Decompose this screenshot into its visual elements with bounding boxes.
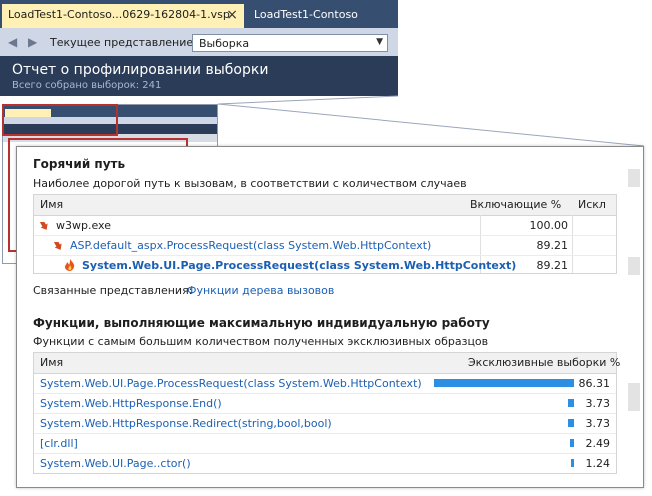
table-row[interactable]: System.Web.HttpResponse.End() 3.73 bbox=[34, 394, 616, 414]
table-row[interactable]: System.Web.UI.Page.ProcessRequest(class … bbox=[34, 374, 616, 394]
top-functions-rows: System.Web.UI.Page.ProcessRequest(class … bbox=[34, 374, 616, 473]
inclusive-value: 100.00 bbox=[529, 219, 569, 232]
highlight-box-header bbox=[2, 104, 118, 136]
scrollbar-thumb[interactable] bbox=[628, 257, 640, 275]
column-header-name[interactable]: Имя bbox=[40, 198, 63, 211]
report-title: Отчет о профилировании выборки bbox=[12, 62, 269, 78]
report-subtitle: Всего собрано выборок: 241 bbox=[12, 80, 162, 91]
scrollbar-thumb[interactable] bbox=[628, 169, 640, 187]
related-views-label: Связанные представления: bbox=[33, 284, 193, 297]
top-functions-title: Функции, выполняющие максимальную индиви… bbox=[33, 316, 490, 330]
column-header-inclusive[interactable]: Включающие % bbox=[470, 198, 561, 211]
hot-path-title: Горячий путь bbox=[33, 157, 126, 171]
summary-panel: Горячий путь Наиболее дорогой путь к выз… bbox=[16, 146, 644, 488]
hot-path-arrow-icon bbox=[54, 241, 62, 250]
current-view-label: Текущее представление: bbox=[50, 36, 197, 49]
inclusive-value: 89.21 bbox=[536, 239, 569, 252]
exclusive-samples-bar bbox=[568, 399, 574, 407]
table-row[interactable]: ASP.default_aspx.ProcessRequest(class Sy… bbox=[34, 236, 616, 256]
document-tab-strip: LoadTest1-Contoso...0629-162804-1.vsp × … bbox=[0, 0, 398, 28]
dropdown-arrow-icon[interactable]: ▼ bbox=[376, 37, 383, 47]
exclusive-samples-bar bbox=[570, 439, 574, 447]
scrollbar-thumb[interactable] bbox=[628, 383, 640, 411]
function-link[interactable]: System.Web.UI.Page.ProcessRequest(class … bbox=[40, 377, 422, 390]
hot-path-arrow-icon bbox=[40, 221, 48, 230]
column-header-name[interactable]: Имя bbox=[40, 356, 63, 369]
exclusive-samples-bar bbox=[434, 379, 574, 387]
vertical-scrollbar[interactable] bbox=[625, 147, 643, 487]
close-icon[interactable]: × bbox=[226, 7, 238, 23]
inclusive-value: 89.21 bbox=[536, 259, 569, 272]
hot-path-table: Имя Включающие % Искл w3wp.exe 100.00 AS… bbox=[33, 194, 617, 274]
exclusive-samples-value: 2.49 bbox=[585, 437, 611, 450]
table-row[interactable]: [clr.dll] 2.49 bbox=[34, 434, 616, 454]
tab-label: LoadTest1-Contoso bbox=[254, 8, 358, 21]
table-row[interactable]: System.Web.UI.Page..ctor() 1.24 bbox=[34, 454, 616, 473]
column-header-exclusive-samples[interactable]: Эксклюзивные выборки % bbox=[468, 356, 620, 369]
table-row[interactable]: System.Web.UI.Page.ProcessRequest(class … bbox=[34, 256, 616, 275]
table-header: Имя Включающие % Искл bbox=[34, 195, 616, 216]
function-link[interactable]: System.Web.HttpResponse.End() bbox=[40, 397, 222, 410]
function-link[interactable]: System.Web.UI.Page..ctor() bbox=[40, 457, 191, 470]
column-header-exclusive[interactable]: Искл bbox=[578, 198, 606, 211]
flame-icon bbox=[65, 259, 75, 271]
exclusive-samples-value: 3.73 bbox=[585, 397, 611, 410]
function-name: w3wp.exe bbox=[56, 219, 111, 232]
exclusive-samples-bar bbox=[571, 459, 574, 467]
top-functions-table: Имя Эксклюзивные выборки % System.Web.UI… bbox=[33, 352, 620, 474]
forward-arrow-icon[interactable]: ▶ bbox=[28, 35, 37, 49]
table-header: Имя Эксклюзивные выборки % bbox=[34, 353, 620, 374]
call-tree-link[interactable]: Функции дерева вызовов bbox=[187, 284, 334, 297]
back-arrow-icon[interactable]: ◀ bbox=[8, 35, 17, 49]
table-row[interactable]: w3wp.exe 100.00 bbox=[34, 216, 616, 236]
top-functions-description: Функции с самым большим количеством полу… bbox=[33, 335, 489, 348]
tab-vsp-report-2[interactable]: LoadTest1-Contoso bbox=[248, 4, 398, 28]
table-row[interactable]: System.Web.HttpResponse.Redirect(string,… bbox=[34, 414, 616, 434]
profiler-window: LoadTest1-Contoso...0629-162804-1.vsp × … bbox=[0, 0, 398, 96]
tab-vsp-report-active[interactable]: LoadTest1-Contoso...0629-162804-1.vsp × bbox=[2, 4, 244, 28]
exclusive-samples-value: 86.31 bbox=[578, 377, 611, 390]
exclusive-samples-bar bbox=[568, 419, 574, 427]
current-view-dropdown[interactable]: Выборка ▼ bbox=[192, 34, 388, 52]
tab-label: LoadTest1-Contoso...0629-162804-1.vsp bbox=[8, 8, 230, 21]
exclusive-samples-value: 1.24 bbox=[585, 457, 611, 470]
function-link[interactable]: ASP.default_aspx.ProcessRequest(class Sy… bbox=[70, 239, 431, 252]
hot-path-description: Наиболее дорогой путь к вызовам, в соотв… bbox=[33, 177, 467, 190]
exclusive-samples-value: 3.73 bbox=[585, 417, 611, 430]
current-view-value: Выборка bbox=[199, 37, 250, 50]
function-link[interactable]: [clr.dll] bbox=[40, 437, 78, 450]
function-link[interactable]: System.Web.HttpResponse.Redirect(string,… bbox=[40, 417, 332, 430]
function-link[interactable]: System.Web.UI.Page.ProcessRequest(class … bbox=[82, 259, 516, 272]
